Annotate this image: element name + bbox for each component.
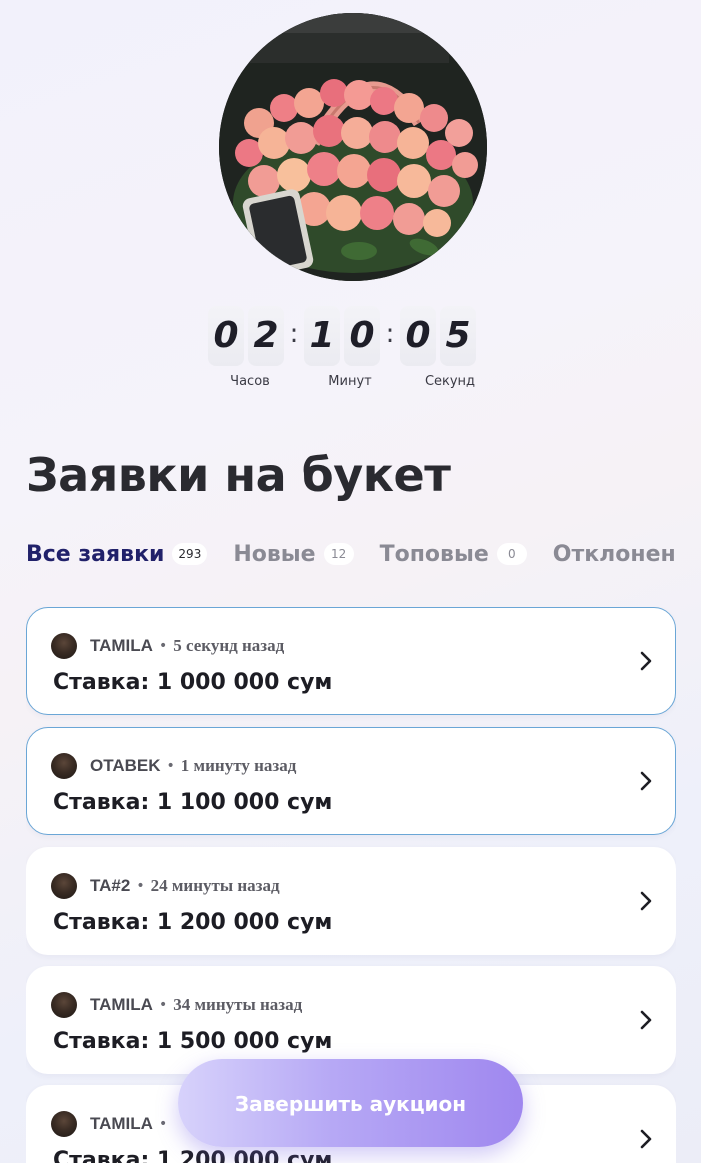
- bid-card[interactable]: TAMILA • 5 секунд назад Ставка: 1 000 00…: [26, 607, 676, 715]
- avatar-photo: [219, 13, 487, 281]
- bid-amount: Ставка: 1 200 000 сум: [53, 910, 333, 935]
- timer-digit: 0: [344, 306, 380, 366]
- bid-time: 34 минуты назад: [173, 995, 303, 1014]
- tab-label: Топовые: [379, 541, 489, 567]
- tab-top[interactable]: Топовые 0: [380, 534, 527, 574]
- bid-user-name: TAMILA: [90, 636, 153, 655]
- bid-user: TAMILA •: [51, 1110, 173, 1138]
- tab-label: Отклонен: [552, 541, 676, 567]
- timer-digit: 1: [304, 306, 340, 366]
- bid-amount: Ставка: 1 500 000 сум: [53, 1029, 333, 1054]
- timer-digit: 2: [248, 306, 284, 366]
- filter-tabs: Все заявки 293 Новые 12 Топовые 0 Отклон…: [26, 534, 701, 574]
- chevron-right-icon: [640, 771, 652, 791]
- chevron-right-icon: [640, 651, 652, 671]
- countdown-timer: 0 2 : 1 0 : 0 5: [208, 306, 494, 366]
- bullet-separator: •: [158, 1116, 168, 1132]
- tab-count-badge: 0: [496, 543, 527, 565]
- bid-time: 5 секунд назад: [173, 636, 285, 655]
- bid-card[interactable]: OTABEK • 1 минуту назад Ставка: 1 100 00…: [26, 727, 676, 835]
- page-title: Заявки на букет: [26, 448, 451, 502]
- timer-digit: 5: [440, 306, 476, 366]
- timer-digit: 0: [208, 306, 244, 366]
- user-avatar: [51, 633, 77, 659]
- tab-count-badge: 293: [172, 543, 208, 565]
- bid-user: TA#2 • 24 минуты назад: [51, 872, 280, 900]
- chevron-right-icon: [640, 1010, 652, 1030]
- bid-card[interactable]: TAMILA • 34 минуты назад Ставка: 1 500 0…: [26, 966, 676, 1074]
- tab-all[interactable]: Все заявки 293: [26, 534, 208, 574]
- bid-user-name: TAMILA: [90, 995, 153, 1014]
- bullet-separator: •: [158, 638, 168, 654]
- user-avatar: [51, 992, 77, 1018]
- timer-label-hours: Часов: [230, 374, 270, 389]
- tab-label: Новые: [233, 541, 316, 567]
- timer-label-minutes: Минут: [328, 374, 372, 389]
- finish-auction-button[interactable]: Завершить аукцион: [178, 1059, 523, 1147]
- chevron-right-icon: [640, 1129, 652, 1149]
- bid-amount: Ставка: 1 100 000 сум: [53, 790, 333, 815]
- bullet-separator: •: [136, 878, 145, 894]
- user-avatar: [51, 753, 77, 779]
- bid-time: 24 минуты назад: [150, 876, 280, 895]
- bullet-separator: •: [166, 758, 175, 774]
- bullet-separator: •: [158, 997, 168, 1013]
- timer-separator: :: [289, 319, 299, 349]
- tab-count-badge: 12: [323, 543, 354, 565]
- bid-user: TAMILA • 5 секунд назад: [51, 632, 284, 660]
- bid-user-name: TAMILA: [90, 1114, 153, 1133]
- bid-amount: Ставка: 1 200 000 сум: [53, 1148, 333, 1163]
- user-avatar: [51, 873, 77, 899]
- timer-label-seconds: Секунд: [424, 374, 476, 389]
- bid-user-name: OTABEK: [90, 756, 161, 775]
- timer-separator: :: [385, 319, 395, 349]
- chevron-right-icon: [640, 891, 652, 911]
- tab-label: Все заявки: [26, 541, 165, 567]
- tab-rejected[interactable]: Отклонен: [553, 534, 676, 574]
- bid-amount: Ставка: 1 000 000 сум: [53, 670, 333, 695]
- bid-user: OTABEK • 1 минуту назад: [51, 752, 296, 780]
- bid-time: 1 минуту назад: [180, 756, 297, 775]
- bid-user-name: TA#2: [90, 876, 131, 895]
- bid-user: TAMILA • 34 минуты назад: [51, 991, 302, 1019]
- timer-digit: 0: [400, 306, 436, 366]
- bid-card[interactable]: TA#2 • 24 минуты назад Ставка: 1 200 000…: [26, 847, 676, 955]
- tab-new[interactable]: Новые 12: [233, 534, 354, 574]
- user-avatar: [51, 1111, 77, 1137]
